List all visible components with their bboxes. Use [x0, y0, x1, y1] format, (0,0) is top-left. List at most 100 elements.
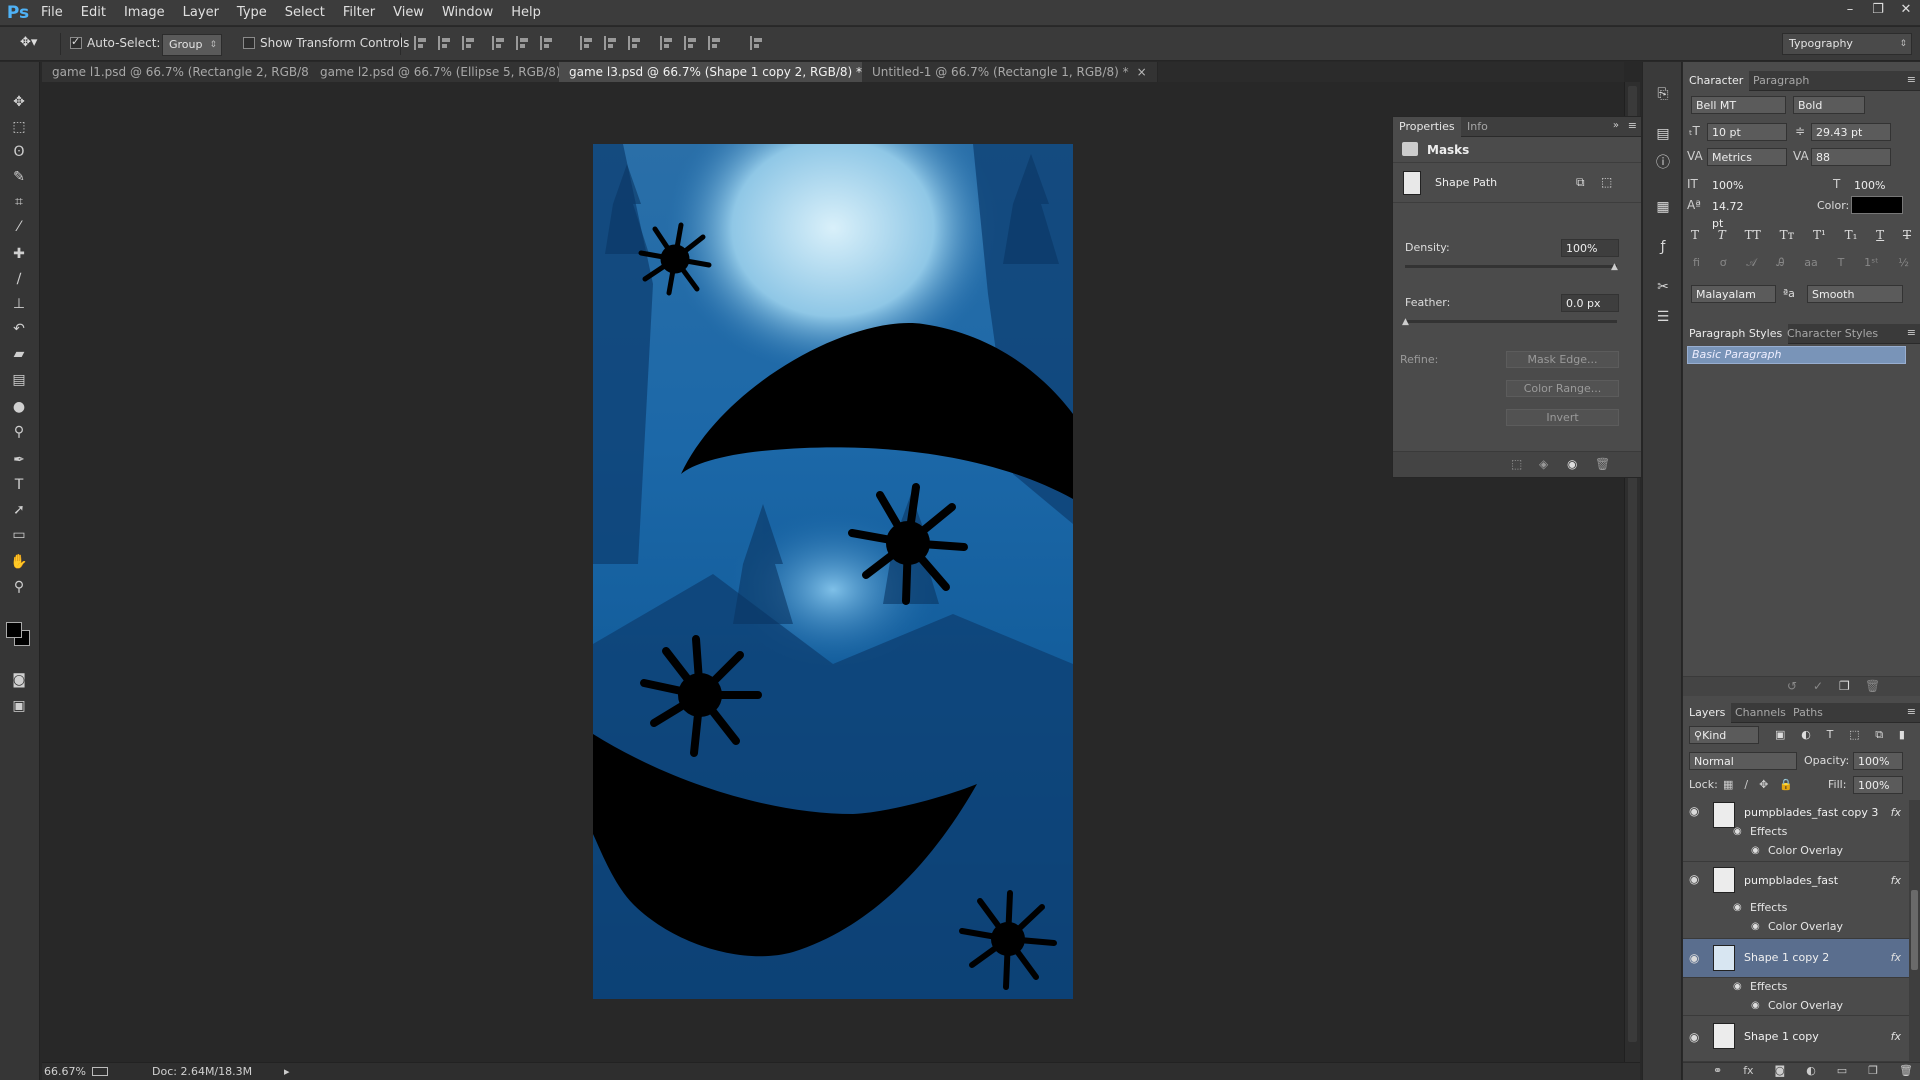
- panel-menu-icon[interactable]: ≡: [1907, 326, 1916, 339]
- hand-tool-icon[interactable]: ✋: [8, 552, 30, 572]
- foreground-color-swatch[interactable]: [6, 622, 22, 638]
- minimize-button[interactable]: –: [1836, 0, 1864, 22]
- menu-file[interactable]: File: [32, 0, 72, 26]
- zoom-tool-icon[interactable]: ⚲: [8, 577, 30, 597]
- language-dropdown[interactable]: Malayalam: [1691, 285, 1776, 303]
- show-transform-checkbox[interactable]: [243, 37, 255, 49]
- fx-icon[interactable]: fx: [1891, 1030, 1901, 1043]
- auto-select-dropdown[interactable]: Group: [162, 34, 222, 56]
- font-family-dropdown[interactable]: Bell MT: [1691, 96, 1786, 114]
- eye-icon[interactable]: ◉: [1689, 804, 1699, 818]
- tracking-input[interactable]: 88: [1811, 148, 1891, 166]
- mask-edge-button[interactable]: Mask Edge...: [1506, 351, 1619, 368]
- pen-tool-icon[interactable]: ✒: [8, 450, 30, 470]
- layer-row-selected[interactable]: ◉ Shape 1 copy 2 fx: [1683, 939, 1909, 978]
- align-bottom-icon[interactable]: [462, 36, 476, 50]
- link-layers-icon[interactable]: ⚭: [1713, 1064, 1722, 1077]
- font-style-dropdown[interactable]: Bold: [1793, 96, 1865, 114]
- eye-icon[interactable]: ◉: [1689, 1030, 1699, 1044]
- redefine-style-icon[interactable]: ✓: [1813, 679, 1823, 693]
- collapse-panel-icon[interactable]: »: [1613, 120, 1619, 131]
- menu-window[interactable]: Window: [433, 0, 502, 26]
- delete-mask-icon[interactable]: 🗑: [1595, 457, 1610, 471]
- delete-style-icon[interactable]: 🗑: [1865, 679, 1880, 693]
- style-item-basic-paragraph[interactable]: Basic Paragraph: [1687, 346, 1906, 364]
- add-style-icon[interactable]: fx: [1743, 1064, 1753, 1077]
- auto-align-icon[interactable]: [750, 36, 764, 50]
- swatches-icon[interactable]: ▦: [1653, 197, 1673, 217]
- history-icon[interactable]: ⎘: [1653, 84, 1673, 104]
- tab-layers[interactable]: Layers: [1683, 703, 1732, 723]
- lock-position-icon[interactable]: ✥: [1759, 778, 1768, 791]
- leading-input[interactable]: 29.43 pt: [1811, 123, 1891, 141]
- density-slider-handle[interactable]: ▲: [1611, 262, 1618, 272]
- tab-info[interactable]: Info: [1461, 117, 1494, 137]
- old-style-icon[interactable]: ơ: [1720, 256, 1727, 274]
- panel-menu-icon[interactable]: ≡: [1907, 705, 1916, 718]
- text-color-swatch[interactable]: [1851, 196, 1903, 214]
- distribute-vcenter-icon[interactable]: [604, 36, 618, 50]
- horizontal-scale-input[interactable]: 100%: [1849, 176, 1904, 194]
- align-hcenter-icon[interactable]: [516, 36, 530, 50]
- align-right-icon[interactable]: [540, 36, 554, 50]
- type-tool-icon[interactable]: T: [8, 475, 30, 495]
- close-window-button[interactable]: ✕: [1892, 0, 1920, 22]
- document-canvas[interactable]: [593, 144, 1073, 999]
- menu-help[interactable]: Help: [502, 0, 550, 26]
- tab-channels[interactable]: Channels: [1729, 703, 1792, 723]
- tab-paragraph[interactable]: Paragraph: [1747, 71, 1815, 91]
- clear-override-icon[interactable]: ↺: [1787, 679, 1797, 693]
- align-vcenter-icon[interactable]: [438, 36, 452, 50]
- quick-select-tool-icon[interactable]: ✎: [8, 167, 30, 187]
- filter-toggle-icon[interactable]: ▮: [1899, 728, 1905, 742]
- all-caps-icon[interactable]: TT: [1745, 228, 1761, 248]
- strikethrough-icon[interactable]: T: [1903, 228, 1911, 248]
- pixel-filter-icon[interactable]: ▣: [1775, 728, 1785, 742]
- distribute-bottom-icon[interactable]: [628, 36, 642, 50]
- vertical-scale-input[interactable]: 100%: [1707, 176, 1762, 194]
- tab-untitled-1[interactable]: Untitled-1 @ 66.7% (Rectangle 1, RGB/8) …: [862, 62, 1158, 82]
- tab-game-l3[interactable]: game l3.psd @ 66.7% (Shape 1 copy 2, RGB…: [559, 62, 892, 82]
- menu-select[interactable]: Select: [276, 0, 334, 26]
- properties-icon[interactable]: ▤: [1653, 124, 1673, 144]
- new-adjustment-icon[interactable]: ◐: [1806, 1064, 1816, 1077]
- swash-icon[interactable]: 𝒜: [1746, 256, 1756, 274]
- menu-view[interactable]: View: [384, 0, 433, 26]
- lock-all-icon[interactable]: 🔒: [1779, 778, 1793, 791]
- eraser-tool-icon[interactable]: ▰: [8, 344, 30, 364]
- font-size-input[interactable]: 10 pt: [1707, 123, 1787, 141]
- smart-filter-icon[interactable]: ⧉: [1875, 728, 1883, 742]
- density-input[interactable]: 100%: [1561, 239, 1619, 257]
- load-selection-icon[interactable]: ⬚: [1511, 457, 1522, 471]
- lasso-tool-icon[interactable]: ʘ: [8, 142, 30, 162]
- contextual-icon[interactable]: T: [1838, 256, 1845, 274]
- fx-icon[interactable]: fx: [1891, 951, 1901, 964]
- shape-tool-icon[interactable]: ▭: [8, 525, 30, 545]
- lock-transparent-icon[interactable]: ▦: [1723, 778, 1733, 791]
- layer-row[interactable]: ◉ Shape 1 copy fx: [1683, 1016, 1909, 1062]
- faux-bold-icon[interactable]: T: [1691, 228, 1699, 248]
- close-tab-icon[interactable]: ×: [1137, 65, 1147, 79]
- stylistic-icon[interactable]: Ꭿ: [1777, 256, 1785, 274]
- layers-scrollbar[interactable]: [1909, 800, 1920, 1062]
- screen-mode-icon[interactable]: ▣: [8, 696, 30, 716]
- menu-edit[interactable]: Edit: [72, 0, 115, 26]
- tab-character[interactable]: Character: [1683, 71, 1750, 91]
- eye-icon[interactable]: ◉: [1689, 951, 1699, 965]
- ordinals-icon[interactable]: 1ˢᵗ: [1864, 256, 1878, 274]
- restore-button[interactable]: ❐: [1864, 0, 1892, 22]
- menu-image[interactable]: Image: [115, 0, 174, 26]
- ligatures-icon[interactable]: ﬁ: [1693, 256, 1700, 274]
- move-tool-icon[interactable]: ✥: [8, 92, 30, 112]
- overlay-eye-icon[interactable]: ◉: [1751, 1000, 1760, 1011]
- filter-kind-dropdown[interactable]: ⚲Kind: [1689, 726, 1759, 744]
- distribute-hcenter-icon[interactable]: [684, 36, 698, 50]
- adjustments-icon[interactable]: ☰: [1653, 307, 1673, 327]
- new-group-icon[interactable]: ▭: [1837, 1064, 1847, 1077]
- tab-game-l2[interactable]: game l2.psd @ 66.7% (Ellipse 5, RGB/8)×: [310, 62, 590, 82]
- tab-paragraph-styles[interactable]: Paragraph Styles: [1683, 324, 1789, 344]
- subscript-icon[interactable]: T₁: [1845, 228, 1858, 248]
- tab-paths[interactable]: Paths: [1787, 703, 1829, 723]
- panel-menu-icon[interactable]: ≡: [1907, 73, 1916, 86]
- clone-stamp-icon[interactable]: ⊥: [8, 294, 30, 314]
